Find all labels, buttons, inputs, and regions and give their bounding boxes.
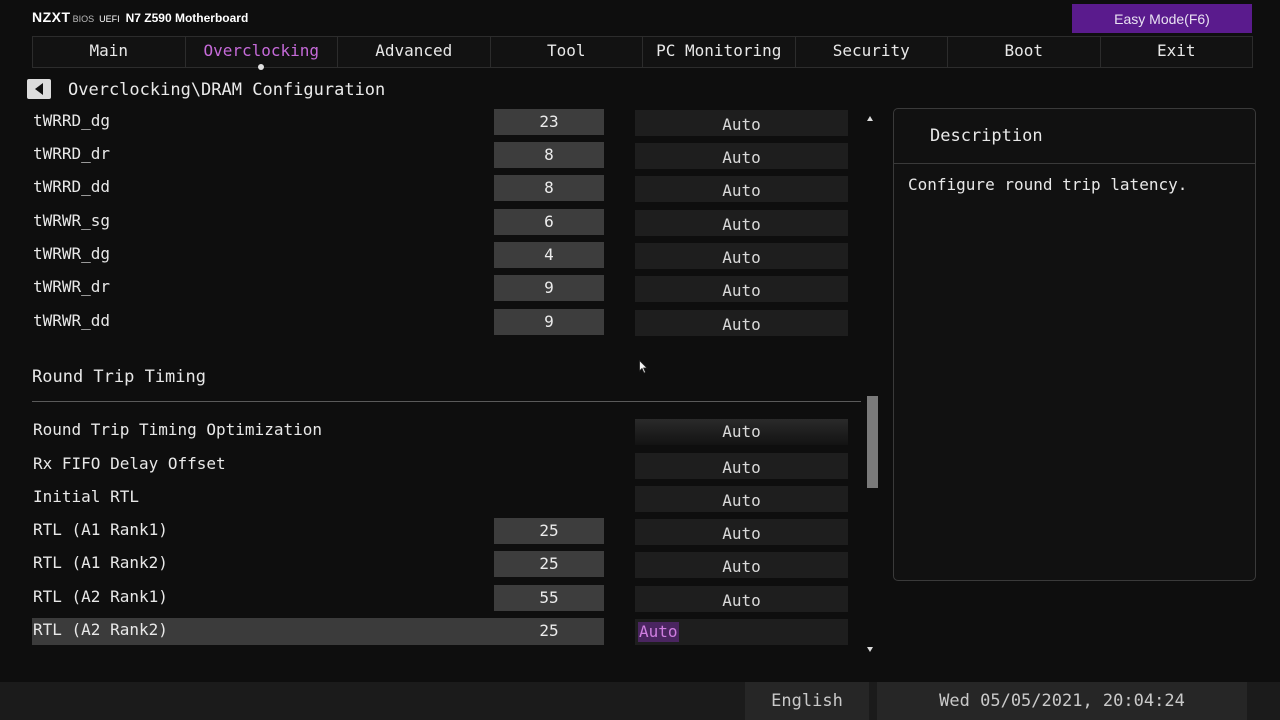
setting-current-value: 9 bbox=[494, 275, 604, 301]
scrollbar[interactable] bbox=[866, 116, 879, 652]
language-selector[interactable]: English bbox=[745, 682, 869, 720]
setting-option-field[interactable]: Auto bbox=[635, 243, 848, 269]
brand-bios-label: BIOS bbox=[72, 14, 95, 24]
brand-logo: NZXT BIOS UEFI N7 Z590 Motherboard bbox=[32, 9, 248, 27]
setting-current-value: 55 bbox=[494, 585, 604, 611]
description-panel: Description Configure round trip latency… bbox=[893, 108, 1256, 581]
setting-current-value: 9 bbox=[494, 309, 604, 335]
setting-current-value: 25 bbox=[494, 518, 604, 544]
setting-label: tWRWR_dd bbox=[33, 311, 111, 330]
description-title: Description bbox=[930, 126, 1043, 146]
setting-option-field[interactable]: Auto bbox=[635, 310, 848, 336]
setting-label: RTL (A2 Rank2) bbox=[33, 620, 168, 639]
tab-advanced[interactable]: Advanced bbox=[338, 37, 491, 67]
arrow-left-icon bbox=[35, 83, 43, 95]
setting-current-value: 4 bbox=[494, 242, 604, 268]
setting-option-field[interactable]: Auto bbox=[635, 552, 848, 578]
description-header: Description bbox=[894, 109, 1255, 164]
setting-label: RTL (A1 Rank2) bbox=[33, 553, 168, 572]
setting-current-value: 8 bbox=[494, 175, 604, 201]
setting-label: RTL (A1 Rank1) bbox=[33, 520, 168, 539]
setting-option-field[interactable]: Auto bbox=[635, 419, 848, 445]
setting-option-field[interactable]: Auto bbox=[635, 519, 848, 545]
setting-row-twrwr-sg[interactable]: tWRWR_sg 6 Auto bbox=[32, 209, 848, 236]
setting-option-field[interactable]: Auto bbox=[635, 486, 848, 512]
setting-label: RTL (A2 Rank1) bbox=[33, 587, 168, 606]
tab-main[interactable]: Main bbox=[33, 37, 186, 67]
setting-row-rtl-a2-rank2[interactable]: RTL (A2 Rank2) 25 Auto bbox=[32, 618, 848, 645]
brand-uefi-label: UEFI bbox=[99, 14, 120, 24]
system-clock[interactable]: Wed 05/05/2021, 20:04:24 bbox=[877, 682, 1247, 720]
setting-current-value: 8 bbox=[494, 142, 604, 168]
brand-name: NZXT bbox=[32, 9, 71, 25]
setting-option-field[interactable]: Auto bbox=[635, 210, 848, 236]
main-tab-bar: Main Overclocking Advanced Tool PC Monit… bbox=[32, 36, 1253, 70]
back-button[interactable] bbox=[27, 79, 51, 99]
setting-row-twrrd-dg[interactable]: tWRRD_dg 23 Auto bbox=[32, 109, 848, 136]
setting-option-field[interactable]: Auto bbox=[635, 586, 848, 612]
section-title-round-trip-timing: Round Trip Timing bbox=[32, 367, 206, 387]
setting-row-rx-fifo-delay-offset[interactable]: Rx FIFO Delay Offset Auto bbox=[32, 452, 848, 479]
setting-row-rtl-a1-rank1[interactable]: RTL (A1 Rank1) 25 Auto bbox=[32, 518, 848, 545]
tab-boot[interactable]: Boot bbox=[948, 37, 1101, 67]
setting-row-twrwr-dr[interactable]: tWRWR_dr 9 Auto bbox=[32, 275, 848, 302]
section-divider bbox=[32, 401, 861, 402]
status-bar: English Wed 05/05/2021, 20:04:24 bbox=[0, 682, 1280, 720]
setting-option-field[interactable]: Auto bbox=[635, 453, 848, 479]
setting-label: tWRRD_dd bbox=[33, 177, 111, 196]
setting-label: tWRRD_dr bbox=[33, 144, 111, 163]
setting-label: tWRWR_dg bbox=[33, 244, 111, 263]
tab-exit[interactable]: Exit bbox=[1101, 37, 1253, 67]
setting-current-value: 25 bbox=[539, 621, 559, 640]
description-text: Configure round trip latency. bbox=[908, 175, 1188, 194]
setting-current-value: 25 bbox=[494, 551, 604, 577]
setting-label: Round Trip Timing Optimization bbox=[33, 420, 322, 439]
setting-current-value: 6 bbox=[494, 209, 604, 235]
tab-security[interactable]: Security bbox=[796, 37, 948, 67]
scrollbar-thumb[interactable] bbox=[867, 396, 878, 488]
setting-label: Initial RTL bbox=[33, 487, 139, 506]
setting-option-field[interactable]: Auto bbox=[635, 619, 848, 645]
setting-option-field[interactable]: Auto bbox=[635, 110, 848, 136]
setting-label: tWRWR_sg bbox=[33, 211, 111, 230]
setting-row-rtl-a2-rank1[interactable]: RTL (A2 Rank1) 55 Auto bbox=[32, 585, 848, 612]
setting-row-twrwr-dd[interactable]: tWRWR_dd 9 Auto bbox=[32, 309, 848, 336]
scroll-up-arrow-icon[interactable] bbox=[867, 116, 873, 121]
setting-option-editing-text: Auto bbox=[638, 622, 679, 642]
setting-row-round-trip-timing-optimization[interactable]: Round Trip Timing Optimization Auto bbox=[32, 418, 848, 445]
motherboard-model: N7 Z590 Motherboard bbox=[125, 11, 249, 25]
setting-row-twrrd-dr[interactable]: tWRRD_dr 8 Auto bbox=[32, 142, 848, 169]
setting-current-value: 23 bbox=[494, 109, 604, 135]
easy-mode-button[interactable]: Easy Mode(F6) bbox=[1072, 4, 1252, 33]
setting-option-field[interactable]: Auto bbox=[635, 276, 848, 302]
setting-row-initial-rtl[interactable]: Initial RTL Auto bbox=[32, 485, 848, 512]
setting-row-rtl-a1-rank2[interactable]: RTL (A1 Rank2) 25 Auto bbox=[32, 551, 848, 578]
setting-label: Rx FIFO Delay Offset bbox=[33, 454, 226, 473]
setting-row-twrrd-dd[interactable]: tWRRD_dd 8 Auto bbox=[32, 175, 848, 202]
mouse-pointer-icon bbox=[639, 359, 648, 378]
tab-overclocking[interactable]: Overclocking bbox=[186, 37, 338, 70]
setting-option-field[interactable]: Auto bbox=[635, 143, 848, 169]
setting-label: tWRRD_dg bbox=[33, 111, 111, 130]
tab-pc-monitoring[interactable]: PC Monitoring bbox=[643, 37, 796, 67]
breadcrumb: Overclocking\DRAM Configuration bbox=[68, 80, 386, 100]
setting-option-field[interactable]: Auto bbox=[635, 176, 848, 202]
tab-tool[interactable]: Tool bbox=[491, 37, 643, 67]
setting-label: tWRWR_dr bbox=[33, 277, 111, 296]
scroll-down-arrow-icon[interactable] bbox=[867, 647, 873, 652]
setting-row-twrwr-dg[interactable]: tWRWR_dg 4 Auto bbox=[32, 242, 848, 269]
